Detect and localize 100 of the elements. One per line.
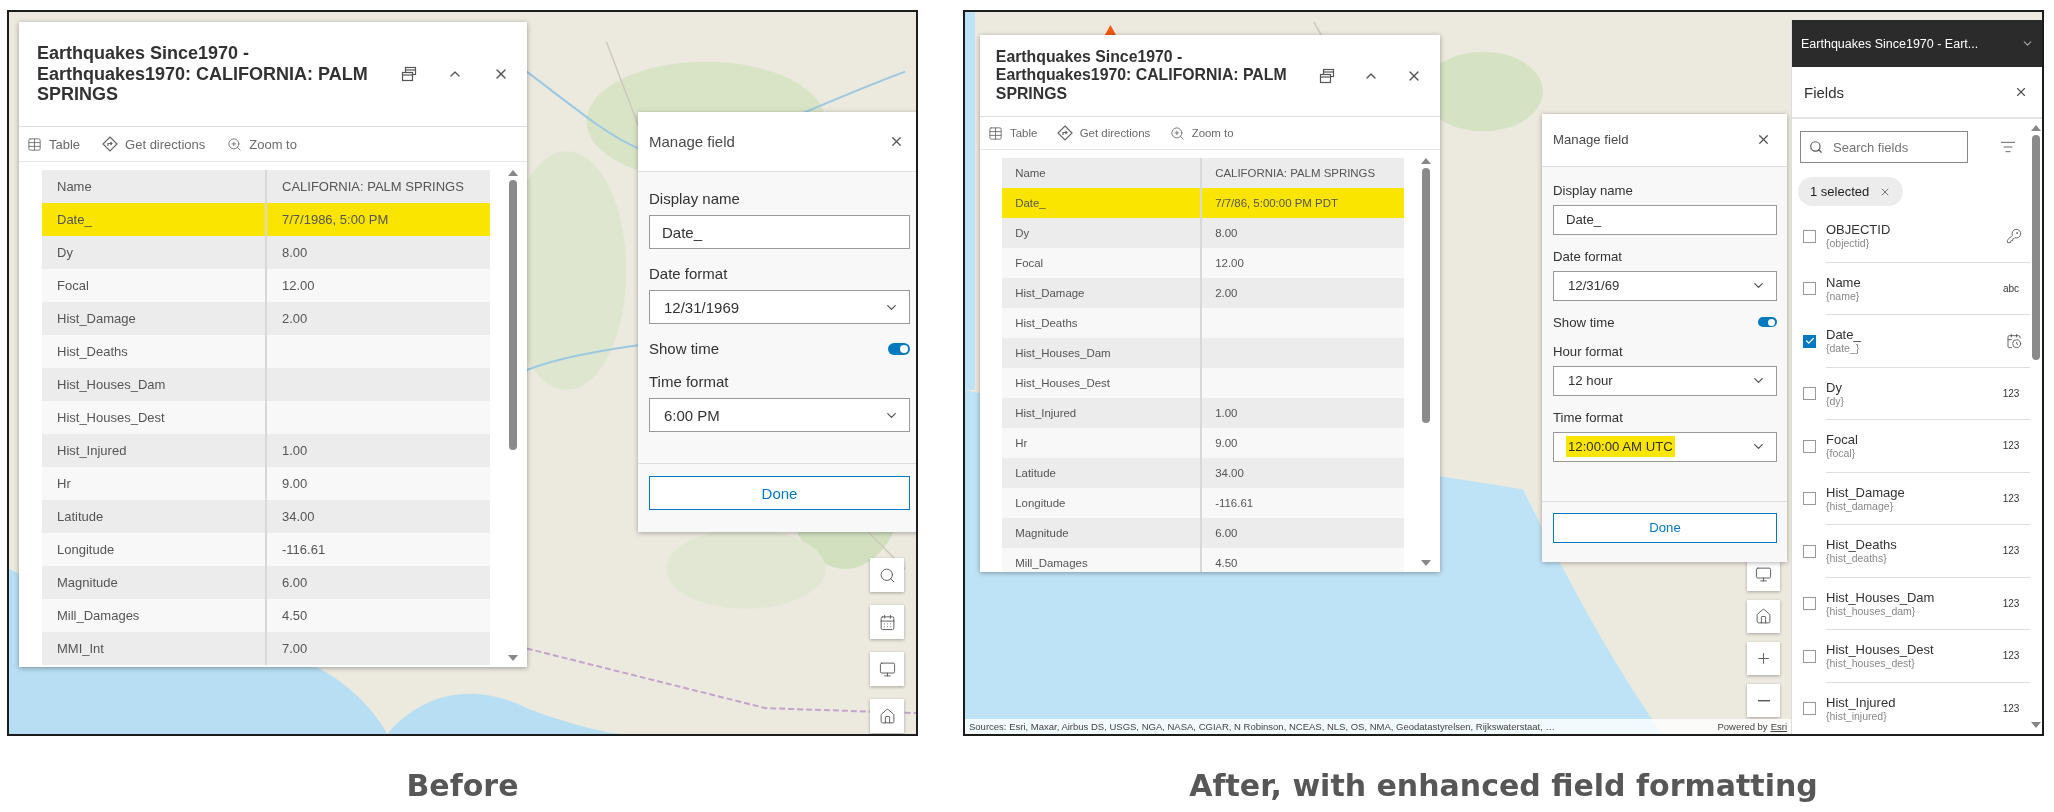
table-cell-text: CALIFORNIA: PALM SPRINGS xyxy=(281,178,465,196)
home-button[interactable] xyxy=(870,699,904,733)
table-cell-text: 6.00 xyxy=(281,574,309,592)
highlight-mark: 6:00 PM xyxy=(663,405,721,426)
directions-button[interactable]: Get directions xyxy=(1056,125,1151,141)
field-label: Time format xyxy=(649,373,730,390)
popup-title: Earthquakes Since1970 - Earthquakes1970: CALIFORNIA: PALM SPRINGS xyxy=(37,42,369,106)
table-cell-text: 7/7/86, 5:00:00 PM PDT xyxy=(1214,196,1339,211)
table-cell-text: 2.00 xyxy=(281,310,309,328)
panel-title: Manage field xyxy=(1553,132,1629,148)
field-alias: {hist_houses_dam} xyxy=(1826,604,1916,617)
checkbox[interactable] xyxy=(1803,597,1816,611)
field-name: Hist_Damage xyxy=(1826,484,1906,500)
selection-chip[interactable]: 1 selected xyxy=(1798,177,1904,206)
table-cell-text: 4.50 xyxy=(1214,556,1239,571)
zoom-to-button[interactable]: Zoom to xyxy=(1169,125,1234,141)
field-alias: {hist_injured} xyxy=(1826,710,1888,723)
format-dropdown[interactable]: 12 hour xyxy=(1553,365,1777,396)
table-cell-text: 9.00 xyxy=(281,475,309,493)
field-alias: {hist_damage} xyxy=(1826,499,1894,512)
field-name: Name xyxy=(1826,274,1862,290)
checkbox[interactable] xyxy=(1803,282,1816,296)
caption: Before xyxy=(406,768,519,803)
checkbox[interactable] xyxy=(1803,334,1816,348)
checkbox[interactable] xyxy=(1803,439,1816,453)
search-icon xyxy=(1809,140,1823,154)
toggle-switch[interactable] xyxy=(888,342,910,355)
directions-icon xyxy=(1056,125,1073,141)
format-dropdown[interactable]: 12/31/1969 xyxy=(649,290,910,324)
home-icon xyxy=(1755,608,1772,625)
format-dropdown[interactable]: 6:00 PM xyxy=(649,398,910,432)
home-button[interactable] xyxy=(1747,600,1780,633)
table-icon xyxy=(988,125,1003,141)
close-icon xyxy=(889,134,904,149)
toggle-switch[interactable] xyxy=(1757,316,1777,328)
minus-icon xyxy=(1757,699,1770,702)
table-cell-text: 7.00 xyxy=(281,640,309,658)
calendar-button[interactable] xyxy=(870,605,904,639)
checkbox[interactable] xyxy=(1803,229,1816,243)
checkbox[interactable] xyxy=(1803,492,1816,506)
search-field[interactable]: Search fields xyxy=(1800,131,1968,163)
format-dropdown[interactable]: 12:00:00 AM UTC xyxy=(1553,431,1777,462)
field-type-label: 123 xyxy=(2001,650,2021,662)
checkbox[interactable] xyxy=(1803,649,1816,663)
field-type-label: 123 xyxy=(2001,387,2021,399)
table-cell-text: 12.00 xyxy=(281,277,316,295)
highlight-mark: 12:00:00 AM UTC xyxy=(1566,436,1675,458)
filter-icon xyxy=(2000,139,2016,155)
table-cell-text: 9.00 xyxy=(1214,436,1239,451)
table-cell-text: 4.50 xyxy=(281,607,309,625)
done-button[interactable]: Done xyxy=(649,476,910,510)
display-name-field[interactable]: Date_ xyxy=(1553,204,1777,235)
table-button[interactable]: Table xyxy=(27,136,81,152)
table-cell-text: 1.00 xyxy=(1214,406,1239,421)
close-icon xyxy=(2014,85,2028,99)
highlight-mark: 12 hour xyxy=(1567,372,1614,391)
field-label: Date format xyxy=(1553,248,1623,264)
format-dropdown[interactable]: 12/31/69 xyxy=(1553,270,1777,301)
home-icon xyxy=(878,707,896,725)
table-cell-text: 8.00 xyxy=(1214,226,1239,241)
table-cell-text: 1.00 xyxy=(281,442,309,460)
attribution-text: Sources: Esri, Maxar, Airbus DS, USGS, NGA, NASA, CGIAR, N Robinson, NCEAS, NLS, OS, NMA, Geodatastyrelsen, Rijkswaterstaat, … xyxy=(969,721,1556,732)
zoom-to-button[interactable]: Zoom to xyxy=(227,136,297,152)
field-label: Time format xyxy=(1553,409,1624,425)
field-type-label: 123 xyxy=(2001,492,2021,504)
table-cell-text: CALIFORNIA: PALM SPRINGS xyxy=(1214,166,1377,181)
table-cell-text: 7/7/1986, 5:00 PM xyxy=(281,211,390,229)
search-button[interactable] xyxy=(870,558,904,592)
field-name: Focal xyxy=(1826,432,1859,448)
table-cell: MMI_Int xyxy=(42,632,267,665)
table-button[interactable]: Table xyxy=(988,125,1038,141)
table-icon xyxy=(27,136,42,152)
field-alias: {hist_deaths} xyxy=(1826,552,1888,565)
field-alias: {hist_houses_dest} xyxy=(1826,657,1916,670)
layer-dropdown[interactable]: Earthquakes Since1970 - Eart... xyxy=(1792,20,2042,67)
calendar-icon xyxy=(878,613,896,631)
field-label: Show time xyxy=(649,340,720,357)
caption: After, with enhanced field formatting xyxy=(1189,768,1818,803)
directions-button[interactable]: Get directions xyxy=(102,136,206,152)
esri-link[interactable]: Esri xyxy=(1770,721,1787,732)
monitor-icon xyxy=(878,660,896,678)
table-cell-text: 34.00 xyxy=(281,508,316,526)
checkbox[interactable] xyxy=(1803,387,1816,401)
display-name-field[interactable]: Date_ xyxy=(649,215,910,249)
screen-button[interactable] xyxy=(870,652,904,686)
search-icon xyxy=(878,566,896,584)
checkbox[interactable] xyxy=(1803,544,1816,558)
done-button[interactable]: Done xyxy=(1553,512,1777,543)
zoom-out-button[interactable] xyxy=(1747,684,1780,717)
panel-title: Manage field xyxy=(649,133,735,150)
checkbox[interactable] xyxy=(1803,702,1816,716)
directions-icon xyxy=(102,136,119,152)
field-type-label: 123 xyxy=(2001,703,2021,715)
field-label: Display name xyxy=(649,190,741,207)
field-name: Date_ xyxy=(1826,327,1862,343)
zoom-in-icon xyxy=(1169,125,1185,141)
key-icon xyxy=(2006,227,2022,244)
highlight-mark: 12/31/1969 xyxy=(663,297,741,318)
field-type-label: 123 xyxy=(2001,545,2021,557)
table-cell-text: -116.61 xyxy=(281,541,327,559)
